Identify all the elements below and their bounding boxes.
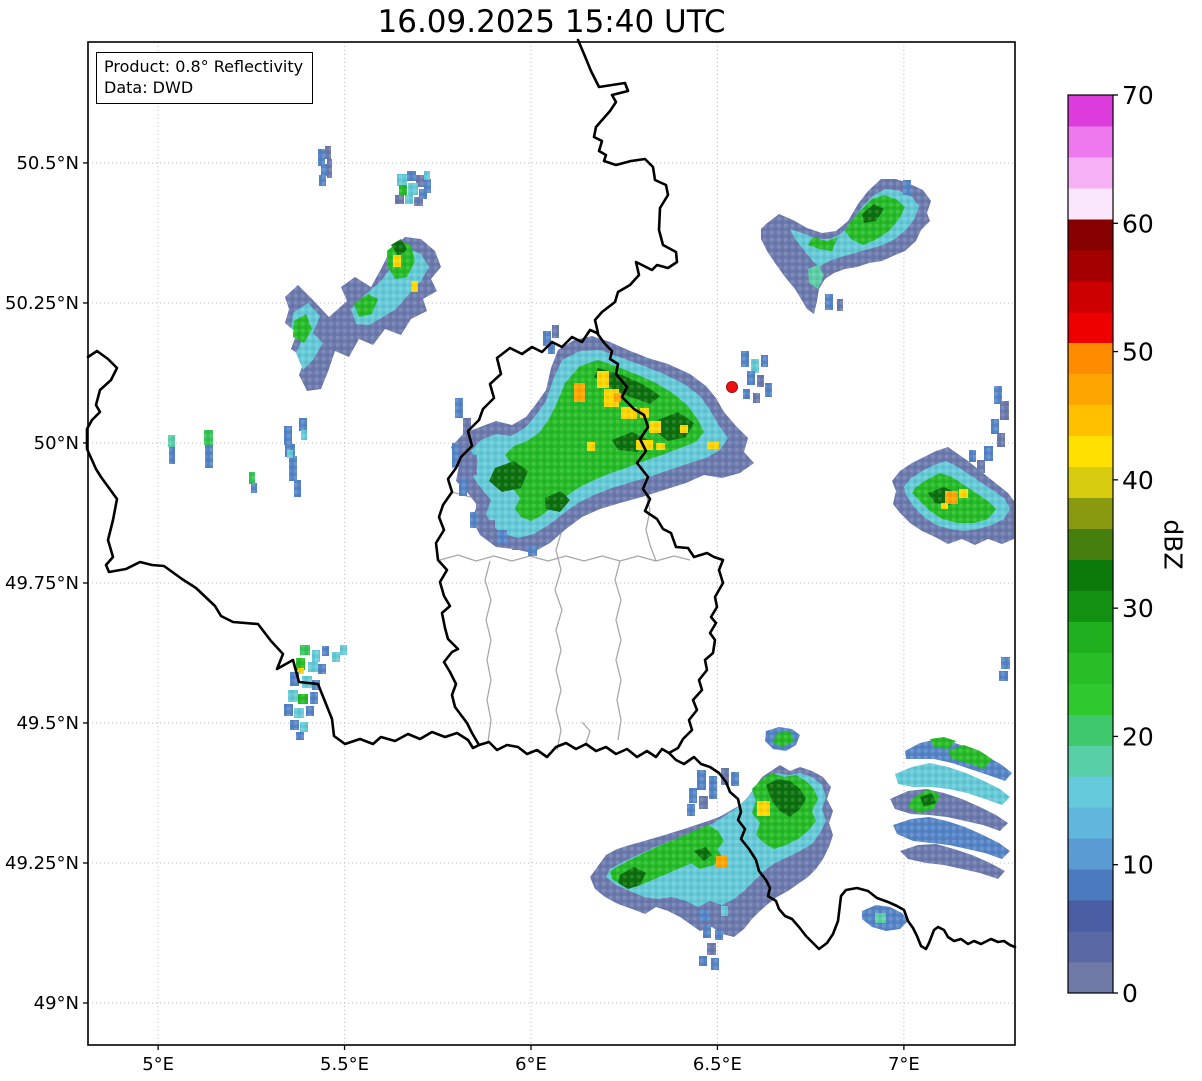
radar-echo-layer <box>168 146 1014 970</box>
colorbar-tick-label: 0 <box>1122 979 1138 1008</box>
colorbar-segment <box>1068 621 1113 653</box>
colorbar-segment <box>1068 931 1113 963</box>
admin-border-line <box>614 560 622 741</box>
radar-figure: 50.5°N 50.25°N 50°N 49.75°N 49.5°N 49.25°N 49°… <box>0 0 1202 1081</box>
colorbar-segment <box>1068 745 1113 777</box>
product-line: Product: 0.8° Reflectivity <box>104 57 304 76</box>
admin-border-line <box>484 560 492 743</box>
map-canvas: 50.5°N 50.25°N 50°N 49.75°N 49.5°N 49.25°N 49°… <box>5 38 1154 1075</box>
data-source-line: Data: DWD <box>104 78 194 98</box>
location-marker <box>726 381 738 393</box>
colorbar-tick-label: 60 <box>1122 209 1154 238</box>
product-info-box: Product: 0.8° Reflectivity Data: DWD <box>96 52 314 105</box>
colorbar-tick-label: 40 <box>1122 466 1154 495</box>
colorbar-tick-label: 30 <box>1122 594 1154 623</box>
colorbar-tick-label: 50 <box>1122 338 1154 367</box>
national-border-line <box>576 38 679 335</box>
colorbar-segment <box>1068 218 1113 251</box>
admin-border-line <box>581 721 591 744</box>
lon-tick-label: 6°E <box>515 1054 547 1075</box>
colorbar-segment <box>1068 435 1113 468</box>
lat-tick-label: 50.5°N <box>16 153 79 174</box>
colorbar-segment <box>1068 404 1113 437</box>
colorbar-tick-label: 70 <box>1122 81 1154 110</box>
colorbar-tick-label: 20 <box>1122 722 1154 751</box>
lat-tick-label: 49.75°N <box>5 573 79 594</box>
lon-tick-label: 6.5°E <box>693 1054 742 1075</box>
colorbar-segment <box>1068 466 1113 499</box>
colorbar-segment <box>1068 342 1113 375</box>
national-border-line <box>85 349 481 750</box>
colorbar-segment <box>1068 590 1113 622</box>
colorbar-segment <box>1068 187 1113 220</box>
colorbar-segment <box>1068 838 1113 870</box>
lon-tick-label: 5.5°E <box>320 1054 369 1075</box>
colorbar-segment <box>1068 497 1113 530</box>
colorbar-segment <box>1068 807 1113 839</box>
colorbar-segment <box>1068 900 1113 932</box>
colorbar-segment <box>1068 714 1113 746</box>
colorbar-segment <box>1068 311 1113 344</box>
lat-tick-label: 49.25°N <box>5 853 79 874</box>
colorbar-segment <box>1068 528 1113 560</box>
colorbar-segment <box>1068 559 1113 591</box>
axis-ticks-layer: 50.5°N 50.25°N 50°N 49.75°N 49.5°N 49.25°N 49°… <box>5 153 920 1075</box>
colorbar: 70 60 50 40 30 20 10 0 <box>1067 81 1154 1008</box>
lat-tick-label: 50.25°N <box>5 293 79 314</box>
colorbar-unit-label: dBZ <box>1158 519 1188 570</box>
lon-tick-label: 5°E <box>142 1054 174 1075</box>
colorbar-segment <box>1068 125 1113 158</box>
admin-border-line <box>439 554 691 562</box>
lon-tick-label: 7°E <box>888 1054 920 1075</box>
radar-texture-overlay <box>168 146 1014 970</box>
colorbar-segment <box>1068 962 1113 994</box>
colorbar-segment <box>1068 869 1113 901</box>
colorbar-segment <box>1068 280 1113 313</box>
figure-title: 16.09.2025 15:40 UTC <box>377 4 726 40</box>
colorbar-tick-label: 10 <box>1122 851 1154 880</box>
colorbar-segment <box>1068 683 1113 715</box>
colorbar-segment <box>1068 652 1113 684</box>
lat-tick-label: 49.5°N <box>16 713 79 734</box>
colorbar-segment <box>1068 249 1113 282</box>
colorbar-segment <box>1068 95 1113 127</box>
lat-tick-label: 50°N <box>34 433 79 454</box>
colorbar-segment <box>1068 373 1113 406</box>
colorbar-segment <box>1068 776 1113 808</box>
lat-tick-label: 49°N <box>34 993 79 1014</box>
colorbar-segment <box>1068 156 1113 189</box>
